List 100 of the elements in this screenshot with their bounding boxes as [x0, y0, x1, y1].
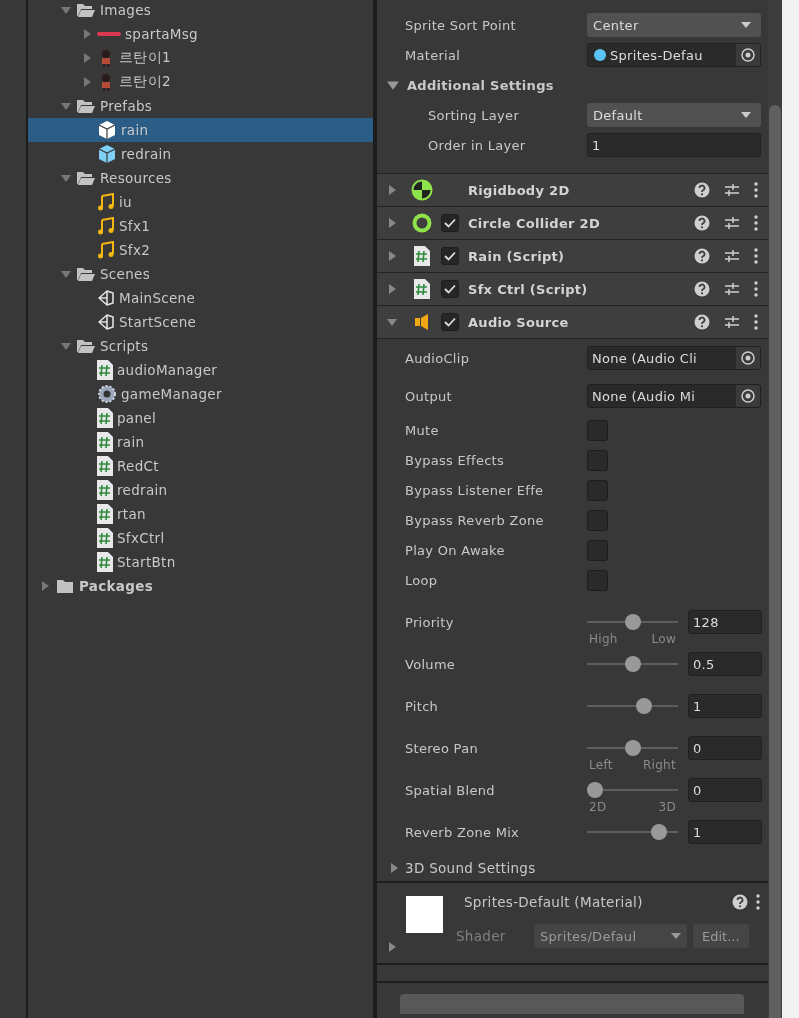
- object-field[interactable]: None (Audio Mi: [587, 384, 761, 408]
- slider-thumb[interactable]: [624, 656, 641, 672]
- help-icon[interactable]: [694, 182, 710, 198]
- number-field[interactable]: 1: [688, 694, 762, 718]
- number-field[interactable]: 0: [688, 736, 762, 760]
- tree-item[interactable]: Scenes: [28, 262, 373, 286]
- help-icon[interactable]: [694, 248, 710, 264]
- expand-arrow-icon[interactable]: [39, 581, 50, 591]
- help-icon[interactable]: [694, 281, 710, 297]
- scrollbar-thumb[interactable]: [769, 105, 781, 1018]
- slider-min-label: High: [589, 632, 618, 646]
- help-icon[interactable]: [694, 314, 710, 330]
- more-icon[interactable]: [754, 215, 758, 231]
- component-header[interactable]: Audio Source: [377, 305, 768, 338]
- number-field[interactable]: 0.5: [688, 652, 762, 676]
- checkbox[interactable]: [587, 569, 608, 591]
- presets-icon[interactable]: [724, 248, 740, 264]
- more-icon[interactable]: [754, 281, 758, 297]
- picker-icon[interactable]: [741, 48, 755, 62]
- expand-arrow-icon[interactable]: [60, 173, 71, 183]
- tree-item[interactable]: gameManager: [28, 382, 373, 406]
- expand-arrow-icon[interactable]: [81, 77, 92, 87]
- music-note-icon: [97, 241, 115, 259]
- component-header[interactable]: Rigidbody 2D: [377, 173, 768, 206]
- tree-item[interactable]: spartaMsg: [28, 22, 373, 46]
- expand-arrow-icon[interactable]: [387, 79, 399, 91]
- presets-icon[interactable]: [724, 281, 740, 297]
- foldout-header[interactable]: Additional Settings: [377, 70, 768, 100]
- expand-arrow-icon[interactable]: [387, 316, 397, 328]
- number-field[interactable]: 128: [688, 610, 762, 634]
- expand-arrow-icon[interactable]: [387, 283, 397, 295]
- expand-arrow-icon[interactable]: [60, 5, 71, 15]
- tree-item[interactable]: Sfx2: [28, 238, 373, 262]
- checkbox[interactable]: [587, 509, 608, 531]
- picker-icon[interactable]: [741, 351, 755, 365]
- expand-arrow-icon[interactable]: [387, 184, 397, 196]
- checkbox[interactable]: [441, 280, 459, 298]
- tree-item[interactable]: redrain: [28, 478, 373, 502]
- tree-item[interactable]: Packages: [28, 574, 373, 598]
- folder-icon: [55, 578, 75, 594]
- expand-arrow-icon[interactable]: [60, 101, 71, 111]
- object-field[interactable]: None (Audio Cli: [587, 346, 761, 370]
- tree-item[interactable]: Prefabs: [28, 94, 373, 118]
- more-icon[interactable]: [754, 248, 758, 264]
- checkbox[interactable]: [441, 247, 459, 265]
- slider-thumb[interactable]: [587, 782, 603, 798]
- checkbox[interactable]: [587, 419, 608, 441]
- object-field[interactable]: Sprites-Defau: [587, 43, 761, 67]
- tree-item[interactable]: panel: [28, 406, 373, 430]
- tree-item[interactable]: Scripts: [28, 334, 373, 358]
- checkbox[interactable]: [587, 479, 608, 501]
- tree-item[interactable]: 르탄이2: [28, 70, 373, 94]
- more-icon[interactable]: [754, 314, 758, 330]
- slider-thumb[interactable]: [624, 740, 641, 756]
- expand-arrow-icon[interactable]: [387, 250, 397, 262]
- tree-item[interactable]: Images: [28, 0, 373, 22]
- more-icon[interactable]: [754, 182, 758, 198]
- number-field[interactable]: 1: [688, 820, 762, 844]
- number-field[interactable]: 0: [688, 778, 762, 802]
- tree-item[interactable]: RedCt: [28, 454, 373, 478]
- component-header[interactable]: Rain (Script): [377, 239, 768, 272]
- expand-arrow-icon[interactable]: [387, 941, 397, 953]
- tree-item[interactable]: MainScene: [28, 286, 373, 310]
- tree-item[interactable]: StartScene: [28, 310, 373, 334]
- component-header[interactable]: Circle Collider 2D: [377, 206, 768, 239]
- slider-thumb[interactable]: [624, 614, 641, 630]
- slider-thumb[interactable]: [650, 824, 667, 840]
- number-field[interactable]: 1: [587, 133, 761, 157]
- tree-item[interactable]: Sfx1: [28, 214, 373, 238]
- dropdown[interactable]: Default: [587, 103, 761, 127]
- tree-item[interactable]: rain: [28, 430, 373, 454]
- tree-item[interactable]: SfxCtrl: [28, 526, 373, 550]
- presets-icon[interactable]: [724, 314, 740, 330]
- dropdown[interactable]: Center: [587, 13, 761, 37]
- tree-item[interactable]: rain: [28, 118, 373, 142]
- slider-thumb[interactable]: [635, 698, 652, 714]
- checkbox[interactable]: [441, 214, 459, 232]
- tree-item[interactable]: rtan: [28, 502, 373, 526]
- tree-item[interactable]: audioManager: [28, 358, 373, 382]
- presets-icon[interactable]: [724, 182, 740, 198]
- tree-item[interactable]: iu: [28, 190, 373, 214]
- expand-arrow-icon[interactable]: [60, 269, 71, 279]
- checkbox[interactable]: [441, 313, 459, 331]
- expand-arrow-icon[interactable]: [387, 217, 397, 229]
- tree-item[interactable]: Resources: [28, 166, 373, 190]
- checkbox[interactable]: [587, 449, 608, 471]
- checkbox[interactable]: [587, 539, 608, 561]
- picker-icon[interactable]: [741, 389, 755, 403]
- help-icon[interactable]: [732, 894, 748, 910]
- help-icon[interactable]: [694, 215, 710, 231]
- expand-arrow-icon[interactable]: [81, 29, 92, 39]
- tree-item[interactable]: redrain: [28, 142, 373, 166]
- foldout-header[interactable]: 3D Sound Settings: [377, 847, 768, 883]
- expand-arrow-icon[interactable]: [81, 53, 92, 63]
- more-icon[interactable]: [756, 894, 760, 910]
- tree-item[interactable]: StartBtn: [28, 550, 373, 574]
- component-header[interactable]: Sfx Ctrl (Script): [377, 272, 768, 305]
- expand-arrow-icon[interactable]: [60, 341, 71, 351]
- tree-item[interactable]: 르탄이1: [28, 46, 373, 70]
- presets-icon[interactable]: [724, 215, 740, 231]
